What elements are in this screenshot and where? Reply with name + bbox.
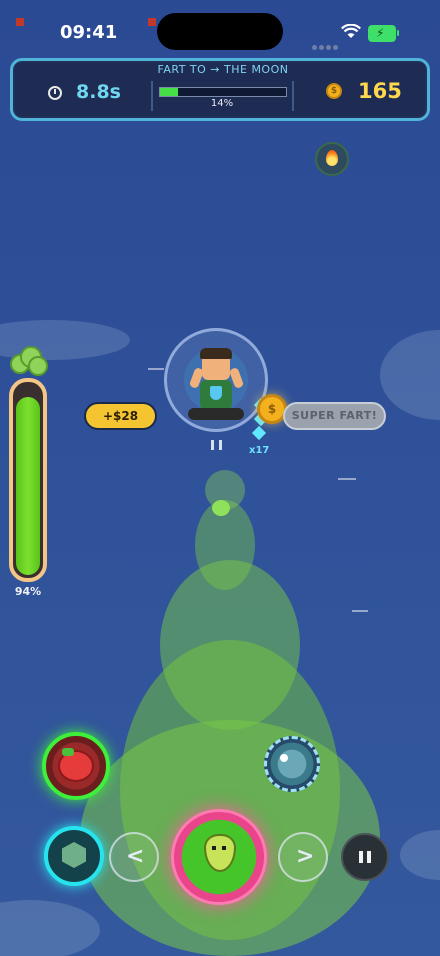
progress-fill (160, 88, 178, 96)
divider (292, 81, 294, 111)
thrust-line (211, 440, 214, 450)
status-bar: 09:41 ⚡ (0, 0, 440, 60)
fart-meter-fill (16, 396, 40, 575)
progress-label: 14% (210, 98, 234, 109)
battery-icon: ⚡ (368, 25, 399, 42)
player-hair (200, 348, 232, 359)
combo-counter: x17 (249, 445, 270, 456)
level-title: FART TO → THE MOON (157, 63, 289, 76)
pause-icon (367, 851, 371, 863)
pear-eye (222, 846, 226, 850)
cloud (400, 830, 440, 880)
gas-cloud-icon (10, 346, 48, 376)
red-marker (148, 18, 156, 26)
progress-bar (159, 87, 287, 97)
shield-icon (210, 386, 222, 400)
monster-enemy-icon (264, 736, 320, 792)
fire-pickup-icon (315, 142, 349, 176)
gas-cloud (212, 500, 230, 516)
divider (151, 81, 153, 111)
fart-meter-label: 94% (14, 585, 42, 598)
status-time: 09:41 (60, 22, 118, 43)
timer-icon (48, 86, 62, 100)
speed-line (338, 478, 356, 480)
money-popup: +$28 (84, 402, 157, 430)
cloud (380, 330, 440, 420)
signal-dots (312, 35, 340, 54)
hud-panel: FART TO → THE MOON 8.8s 14% $ 165 (10, 58, 430, 121)
game-stage[interactable]: 09:41 ⚡ FART TO → THE MOON 8.8s 14% $ 16… (0, 0, 440, 956)
coin-count: 165 (358, 79, 402, 103)
wifi-icon (341, 24, 361, 38)
pause-icon (359, 851, 363, 863)
chevron-left-icon: < (126, 844, 145, 869)
dynamic-island (157, 13, 283, 50)
sparkle-icon (251, 425, 267, 441)
player-legs (188, 408, 244, 420)
speed-line (352, 610, 368, 612)
timer-value: 8.8s (76, 81, 121, 103)
tomato-leaf (62, 748, 74, 756)
cloud (0, 900, 100, 956)
red-marker (16, 18, 24, 26)
thrust-line (219, 440, 222, 450)
pear-eye (212, 846, 216, 850)
coin-icon: $ (326, 83, 342, 99)
fart-meter (9, 378, 47, 582)
chevron-right-icon: > (296, 844, 315, 869)
monster-eye (280, 754, 288, 762)
speed-line (148, 368, 164, 370)
pause-button[interactable] (341, 833, 389, 881)
super-fart-button[interactable]: SUPER FART! (283, 402, 386, 430)
